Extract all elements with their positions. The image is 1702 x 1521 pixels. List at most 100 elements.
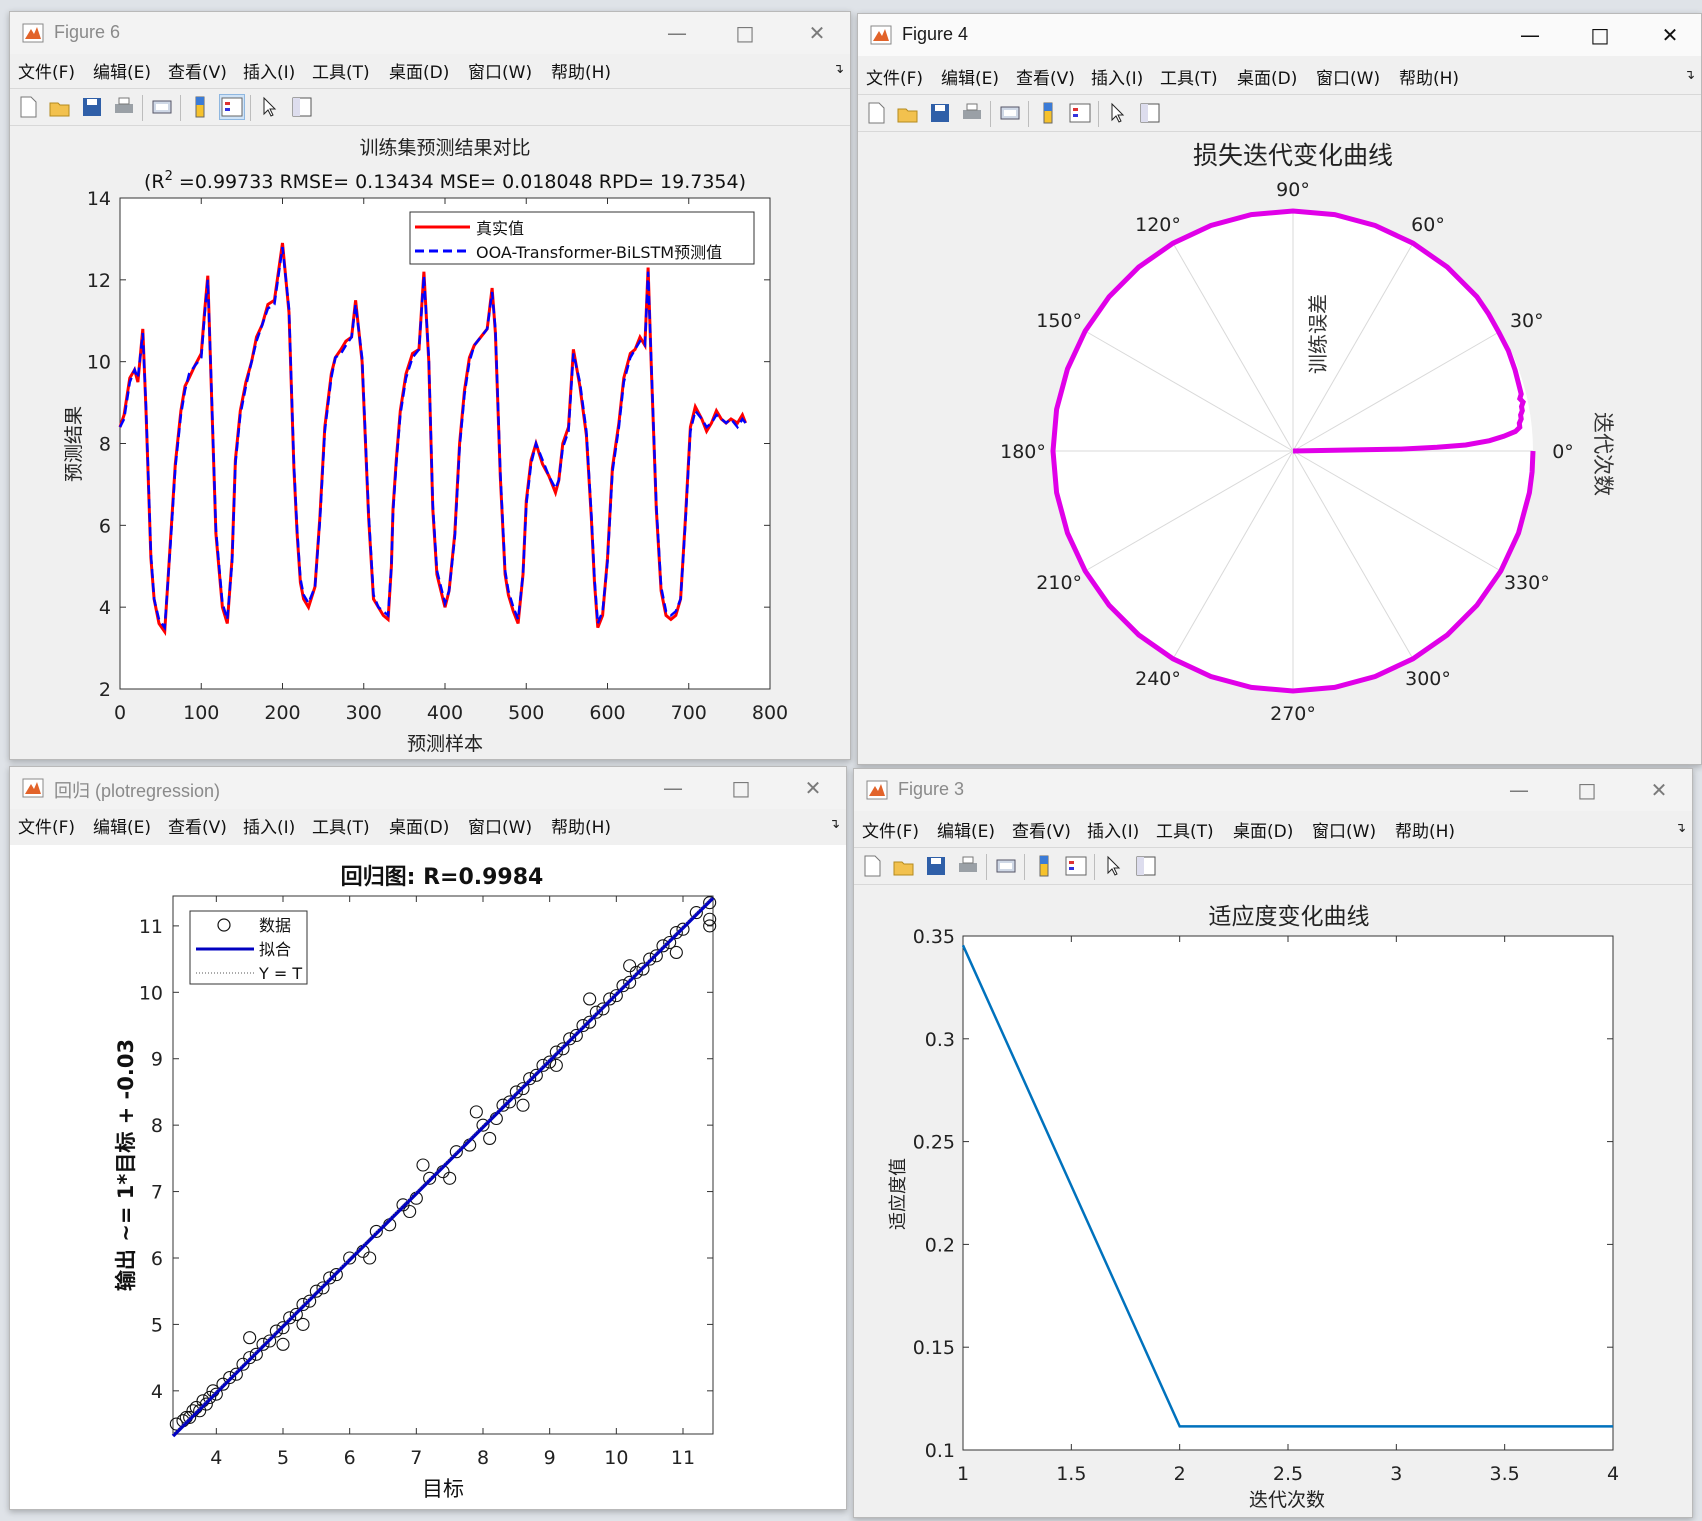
x-tick-label: 600 bbox=[589, 702, 625, 724]
maximize-icon[interactable]: □ bbox=[728, 775, 754, 801]
regression-window[interactable]: 回归 (plotregression) — □ ✕ 文件(F) 编辑(E) 查看… bbox=[9, 766, 847, 1510]
x-tick-label: 1 bbox=[957, 1463, 969, 1485]
close-icon[interactable]: ✕ bbox=[800, 775, 826, 801]
y-tick-label: 9 bbox=[151, 1049, 163, 1071]
y-tick-label: 4 bbox=[99, 597, 111, 619]
window-title: 回归 (plotregression) bbox=[54, 781, 221, 801]
x-tick-label: 4 bbox=[210, 1447, 222, 1469]
y-axis-label: 预测结果 bbox=[63, 406, 85, 482]
legend-entry-true: 真实值 bbox=[476, 219, 524, 238]
x-tick-label: 1.5 bbox=[1056, 1463, 1086, 1485]
figure6-plot: 训练集预测结果对比 (R2 =0.99733 RMSE= 0.13434 MSE… bbox=[63, 137, 788, 755]
menu-edit[interactable]: 编辑(E) bbox=[93, 813, 151, 838]
metrics-subtitle: (R2 =0.99733 RMSE= 0.13434 MSE= 0.018048… bbox=[144, 169, 746, 193]
figure4-window[interactable]: Figure 4 — □ ✕ 文件(F) 编辑(E) 查看(V) 插入(I) 工… bbox=[857, 13, 1702, 765]
x-tick-label: 800 bbox=[752, 702, 788, 724]
x-tick-label: 6 bbox=[344, 1447, 356, 1469]
x-tick-label: 3.5 bbox=[1490, 1463, 1520, 1485]
y-tick-label: 4 bbox=[151, 1381, 163, 1403]
y-axis-label: 输出 ~= 1*目标 + -0.03 bbox=[114, 1039, 138, 1291]
legend: 数据 拟合 Y = T bbox=[189, 910, 308, 985]
theta-tick-label: 180° bbox=[1000, 441, 1046, 463]
theta-tick-label: 30° bbox=[1510, 310, 1544, 332]
minimize-icon[interactable]: — bbox=[660, 775, 686, 801]
x-tick-label: 10 bbox=[604, 1447, 628, 1469]
y-tick-label: 14 bbox=[87, 188, 111, 210]
y-tick-label: 2 bbox=[99, 679, 111, 701]
legend-entry-fit: 拟合 bbox=[259, 940, 291, 959]
theta-tick-label: 60° bbox=[1411, 214, 1445, 236]
y-tick-label: 8 bbox=[99, 434, 111, 456]
plot-title: 适应度变化曲线 bbox=[1209, 904, 1370, 930]
y-axis-label: 适应度值 bbox=[888, 1158, 909, 1230]
x-tick-label: 2 bbox=[1174, 1463, 1186, 1485]
y-tick-label: 11 bbox=[139, 916, 163, 938]
x-tick-label: 700 bbox=[671, 702, 707, 724]
x-tick-label: 9 bbox=[544, 1447, 556, 1469]
legend-entry-identity: Y = T bbox=[258, 964, 302, 983]
figure4-polar-plot: 损失迭代变化曲线 0° 30° 60° 90° 120° 150° 180° 210° 240°… bbox=[1000, 141, 1615, 725]
menu-bar: 文件(F) 编辑(E) 查看(V) 插入(I) 工具(T) 桌面(D) 窗口(W… bbox=[10, 809, 846, 839]
x-tick-label: 400 bbox=[427, 702, 463, 724]
y-tick-label: 10 bbox=[87, 352, 111, 374]
x-tick-label: 300 bbox=[346, 702, 382, 724]
x-tick-label: 2.5 bbox=[1273, 1463, 1303, 1485]
y-tick-label: 10 bbox=[139, 982, 163, 1004]
menu-help[interactable]: 帮助(H) bbox=[551, 813, 611, 838]
x-axis-label: 目标 bbox=[422, 1477, 464, 1501]
theta-tick-label: 120° bbox=[1135, 214, 1181, 236]
figure6-window[interactable]: Figure 6 — □ ✕ 文件(F) 编辑(E) 查看(V) 插入(I) 工… bbox=[9, 11, 851, 760]
y-tick-label: 7 bbox=[151, 1182, 163, 1204]
legend: 真实值 OOA-Transformer-BiLSTM预测值 bbox=[409, 211, 755, 265]
y-tick-label: 0.2 bbox=[925, 1234, 955, 1256]
y-tick-label: 0.15 bbox=[913, 1337, 955, 1359]
plot-title: 训练集预测结果对比 bbox=[359, 137, 530, 159]
menu-desktop[interactable]: 桌面(D) bbox=[389, 813, 449, 838]
x-axis-label: 预测样本 bbox=[407, 733, 483, 755]
x-tick-label: 500 bbox=[508, 702, 544, 724]
theta-tick-label: 90° bbox=[1276, 179, 1310, 201]
legend-entry-data: 数据 bbox=[259, 916, 291, 935]
x-tick-label: 11 bbox=[671, 1447, 695, 1469]
regression-titlebar[interactable]: 回归 (plotregression) — □ ✕ bbox=[10, 767, 846, 809]
theta-tick-label: 210° bbox=[1036, 572, 1082, 594]
menu-window[interactable]: 窗口(W) bbox=[468, 813, 532, 838]
x-tick-label: 5 bbox=[277, 1447, 289, 1469]
y-tick-label: 5 bbox=[151, 1314, 163, 1336]
x-tick-label: 4 bbox=[1607, 1463, 1619, 1485]
menu-tools[interactable]: 工具(T) bbox=[312, 813, 370, 838]
x-axis-label: 迭代次数 bbox=[1249, 1489, 1325, 1511]
y-tick-label: 0.3 bbox=[925, 1029, 955, 1051]
r-axis-label: 训练误差 bbox=[1306, 294, 1330, 374]
menu-file[interactable]: 文件(F) bbox=[18, 813, 75, 838]
plot-area bbox=[962, 935, 1614, 1451]
polar-grid: 0° 30° 60° 90° 120° 150° 180° 210° 240° 270° 300° 3… bbox=[1000, 179, 1574, 725]
theta-tick-label: 330° bbox=[1504, 572, 1550, 594]
theta-axis-label: 迭代次数 bbox=[1591, 412, 1615, 496]
x-tick-label: 8 bbox=[477, 1447, 489, 1469]
figure3-plot: 适应度变化曲线 1 1.5 2 2.5 3 3.5 4 0.1 0.15 0.2 0.25 0.3 0.… bbox=[888, 904, 1619, 1511]
y-tick-label: 0.35 bbox=[913, 926, 955, 948]
theta-tick-label: 270° bbox=[1270, 703, 1316, 725]
dock-arrow-icon[interactable]: ↴ bbox=[829, 817, 840, 832]
theta-tick-label: 0° bbox=[1552, 441, 1574, 463]
theta-tick-label: 150° bbox=[1036, 310, 1082, 332]
plot-title: 回归图: R=0.9984 bbox=[341, 865, 544, 890]
y-tick-label: 6 bbox=[151, 1248, 163, 1270]
x-tick-label: 7 bbox=[410, 1447, 422, 1469]
theta-tick-label: 240° bbox=[1135, 668, 1181, 690]
figure3-window[interactable]: Figure 3 — □ ✕ 文件(F) 编辑(E) 查看(V) 插入(I) 工… bbox=[853, 768, 1693, 1518]
theta-tick-label: 300° bbox=[1405, 668, 1451, 690]
y-tick-label: 12 bbox=[87, 270, 111, 292]
regression-plot: 回归图: R=0.9984 4 5 6 7 8 9 10 11 4 5 6 7 8 9 10 11 目标 输出… bbox=[10, 845, 846, 1509]
x-tick-label: 0 bbox=[114, 702, 126, 724]
y-tick-label: 8 bbox=[151, 1115, 163, 1137]
legend-entry-pred: OOA-Transformer-BiLSTM预测值 bbox=[476, 243, 722, 262]
y-tick-label: 0.25 bbox=[913, 1132, 955, 1154]
plot-title: 损失迭代变化曲线 bbox=[1193, 141, 1393, 170]
x-tick-label: 100 bbox=[183, 702, 219, 724]
y-tick-label: 0.1 bbox=[925, 1440, 955, 1462]
menu-view[interactable]: 查看(V) bbox=[168, 813, 227, 838]
y-tick-label: 6 bbox=[99, 515, 111, 537]
menu-insert[interactable]: 插入(I) bbox=[243, 813, 295, 838]
